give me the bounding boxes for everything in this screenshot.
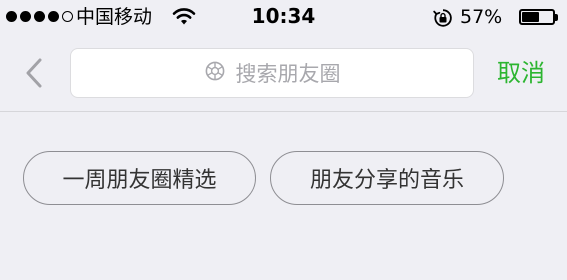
search-header: 搜索朋友圈 取消 bbox=[0, 36, 567, 112]
search-input[interactable]: 搜索朋友圈 bbox=[70, 48, 474, 98]
search-input-content: 搜索朋友圈 bbox=[71, 49, 473, 97]
chip-label: 朋友分享的音乐 bbox=[309, 168, 464, 193]
chip-label: 一周朋友圈精选 bbox=[62, 168, 217, 193]
moments-shutter-icon bbox=[204, 60, 226, 86]
battery-icon bbox=[519, 9, 555, 25]
search-placeholder: 搜索朋友圈 bbox=[235, 62, 341, 86]
screen: 中国移动 10:34 57% 搜索朋友圈 取消 一周朋友圈精选 朋友分享的音乐 bbox=[0, 0, 567, 280]
chip-friends-shared-music[interactable]: 朋友分享的音乐 bbox=[270, 151, 504, 205]
battery-percentage: 57% bbox=[460, 6, 503, 28]
battery-terminal bbox=[555, 14, 558, 21]
status-bar: 中国移动 10:34 57% bbox=[0, 0, 567, 36]
chip-weekly-moments-picks[interactable]: 一周朋友圈精选 bbox=[23, 151, 256, 205]
rotation-lock-icon bbox=[433, 8, 453, 32]
cancel-button[interactable]: 取消 bbox=[497, 58, 545, 88]
chevron-left-icon bbox=[26, 58, 42, 88]
battery-fill bbox=[522, 12, 539, 22]
back-button[interactable] bbox=[20, 56, 50, 90]
